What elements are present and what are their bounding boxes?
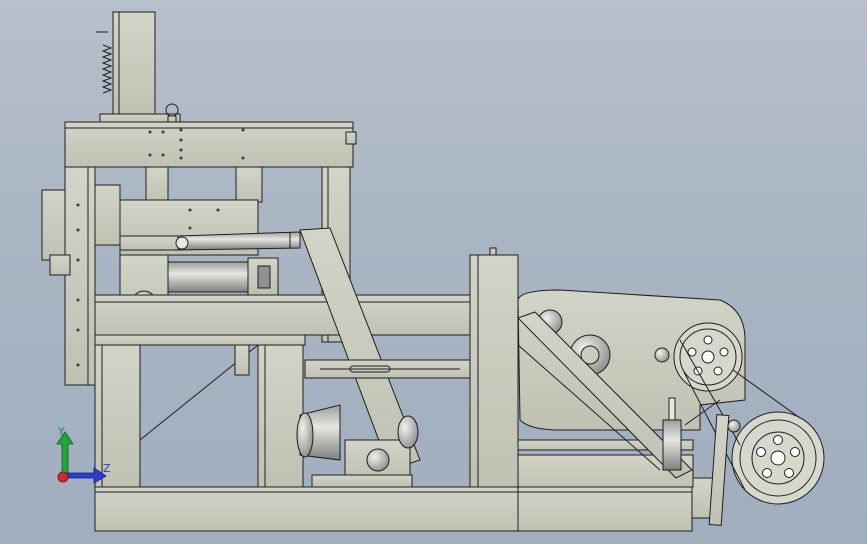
machine-part [188, 208, 192, 212]
left-column [64, 166, 96, 386]
machine-part [668, 397, 676, 421]
machine-part [179, 138, 183, 142]
machine-part [241, 156, 245, 160]
machine-part [296, 412, 314, 458]
machine-part [703, 335, 713, 345]
machine-part [234, 344, 250, 376]
machine-part [161, 153, 165, 157]
machine-part [188, 226, 192, 230]
machine-part [762, 468, 772, 478]
machine-part [654, 347, 670, 363]
z-axis-arrow [63, 467, 107, 484]
machine-part [76, 203, 80, 207]
inner-post-right [235, 166, 263, 203]
machine-part [76, 363, 80, 367]
machine-part [687, 347, 697, 357]
machine-part [397, 415, 419, 449]
machine-part [770, 450, 786, 466]
machine-part [366, 448, 390, 472]
machine-part [76, 298, 80, 302]
machine-part [345, 131, 357, 145]
machine-part [216, 208, 220, 212]
machine-part [784, 468, 794, 478]
machine-part [148, 130, 152, 134]
machine-model[interactable] [0, 0, 867, 544]
y-axis-arrow [56, 431, 74, 479]
cad-viewport[interactable]: Y Z [0, 0, 867, 544]
machine-part [489, 247, 497, 256]
gear-motor [167, 261, 249, 293]
machine-part [49, 254, 71, 276]
machine-part [719, 347, 729, 357]
machine-part [76, 328, 80, 332]
side-bracket [94, 184, 121, 246]
lower-rail [94, 334, 306, 346]
machine-part [790, 447, 800, 457]
machine-part [727, 419, 741, 433]
machine-part [76, 228, 80, 232]
machine-part [161, 130, 165, 134]
triad-origin [57, 471, 69, 483]
machine-part [76, 258, 80, 262]
machine-part [179, 148, 183, 152]
cylinder-rod-end [119, 235, 179, 251]
machine-part [175, 236, 189, 250]
machine-part [148, 153, 152, 157]
machine-part [713, 366, 723, 376]
machine-part [257, 265, 271, 289]
mid-rail [94, 294, 471, 336]
machine-part [241, 128, 245, 132]
machine-part [756, 447, 766, 457]
upper-crossbeam [64, 121, 354, 168]
machine-part [311, 474, 413, 488]
coordinate-triad: Y Z [56, 426, 111, 484]
idler-arm [708, 414, 730, 526]
tension-spring [101, 44, 113, 94]
base-beam [94, 486, 693, 532]
right-column [469, 254, 519, 488]
machine-part [701, 350, 715, 364]
z-axis-label: Z [103, 462, 111, 475]
machine-part [773, 435, 783, 445]
inner-post-left [145, 166, 169, 203]
tension-cylinder [662, 419, 682, 471]
machine-part [179, 156, 183, 160]
machine-part [167, 115, 177, 123]
machine-part [179, 128, 183, 132]
y-axis-label: Y [57, 426, 65, 438]
